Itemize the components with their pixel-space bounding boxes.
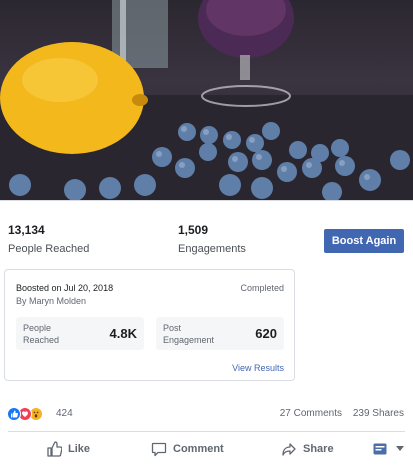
reaction-count[interactable]: 424 xyxy=(56,408,73,419)
blueberries-lemon-image xyxy=(0,0,413,200)
boost-again-button[interactable]: Boost Again xyxy=(324,229,404,253)
boost-summary-card: Boosted on Jul 20, 2018 By Maryn Molden … xyxy=(4,269,295,381)
metric-post-engagement-value: 620 xyxy=(255,326,277,341)
metric-people-reached-value: 4.8K xyxy=(109,326,137,341)
engagements-label: Engagements xyxy=(178,243,246,255)
shares-count[interactable]: 239 Shares xyxy=(353,408,404,419)
people-reached-label: People Reached xyxy=(8,243,90,255)
comment-label: Comment xyxy=(173,443,224,455)
page-audience-icon xyxy=(373,443,387,455)
audience-selector[interactable] xyxy=(373,440,410,458)
people-reached-value: 13,134 xyxy=(8,223,45,237)
metric-people-reached: People Reached 4.8K xyxy=(16,317,144,350)
action-bar: Like Comment Share xyxy=(0,434,413,464)
metric-people-reached-label: People Reached xyxy=(23,323,60,345)
metric-post-engagement-label: Post Engagement xyxy=(163,323,215,345)
share-button[interactable]: Share xyxy=(281,440,334,458)
view-results-link[interactable]: View Results xyxy=(232,363,284,373)
thumbs-up-icon xyxy=(47,441,62,457)
metric-post-engagement: Post Engagement 620 xyxy=(156,317,284,350)
boosted-date: Boosted on Jul 20, 2018 xyxy=(16,283,114,293)
status-badge: Completed xyxy=(240,283,284,293)
share-label: Share xyxy=(303,443,334,455)
people-reached-stat[interactable]: 13,134 People Reached xyxy=(8,223,89,255)
boosted-by: By Maryn Molden xyxy=(16,296,87,306)
comment-button[interactable]: Comment xyxy=(151,440,224,458)
share-arrow-icon xyxy=(282,443,296,456)
chevron-down-icon xyxy=(396,446,404,451)
reactions-row: 424 27 Comments 239 Shares xyxy=(0,398,413,428)
comment-bubble-icon xyxy=(151,442,167,457)
divider xyxy=(8,431,405,432)
comments-count[interactable]: 27 Comments xyxy=(280,408,342,419)
engagements-stat[interactable]: 1,509 Engagements xyxy=(178,223,246,255)
like-label: Like xyxy=(68,443,91,455)
engagements-value: 1,509 xyxy=(178,223,209,237)
like-reaction-icon xyxy=(7,407,21,421)
post-photo[interactable] xyxy=(0,0,413,200)
like-button[interactable]: Like xyxy=(46,440,90,458)
